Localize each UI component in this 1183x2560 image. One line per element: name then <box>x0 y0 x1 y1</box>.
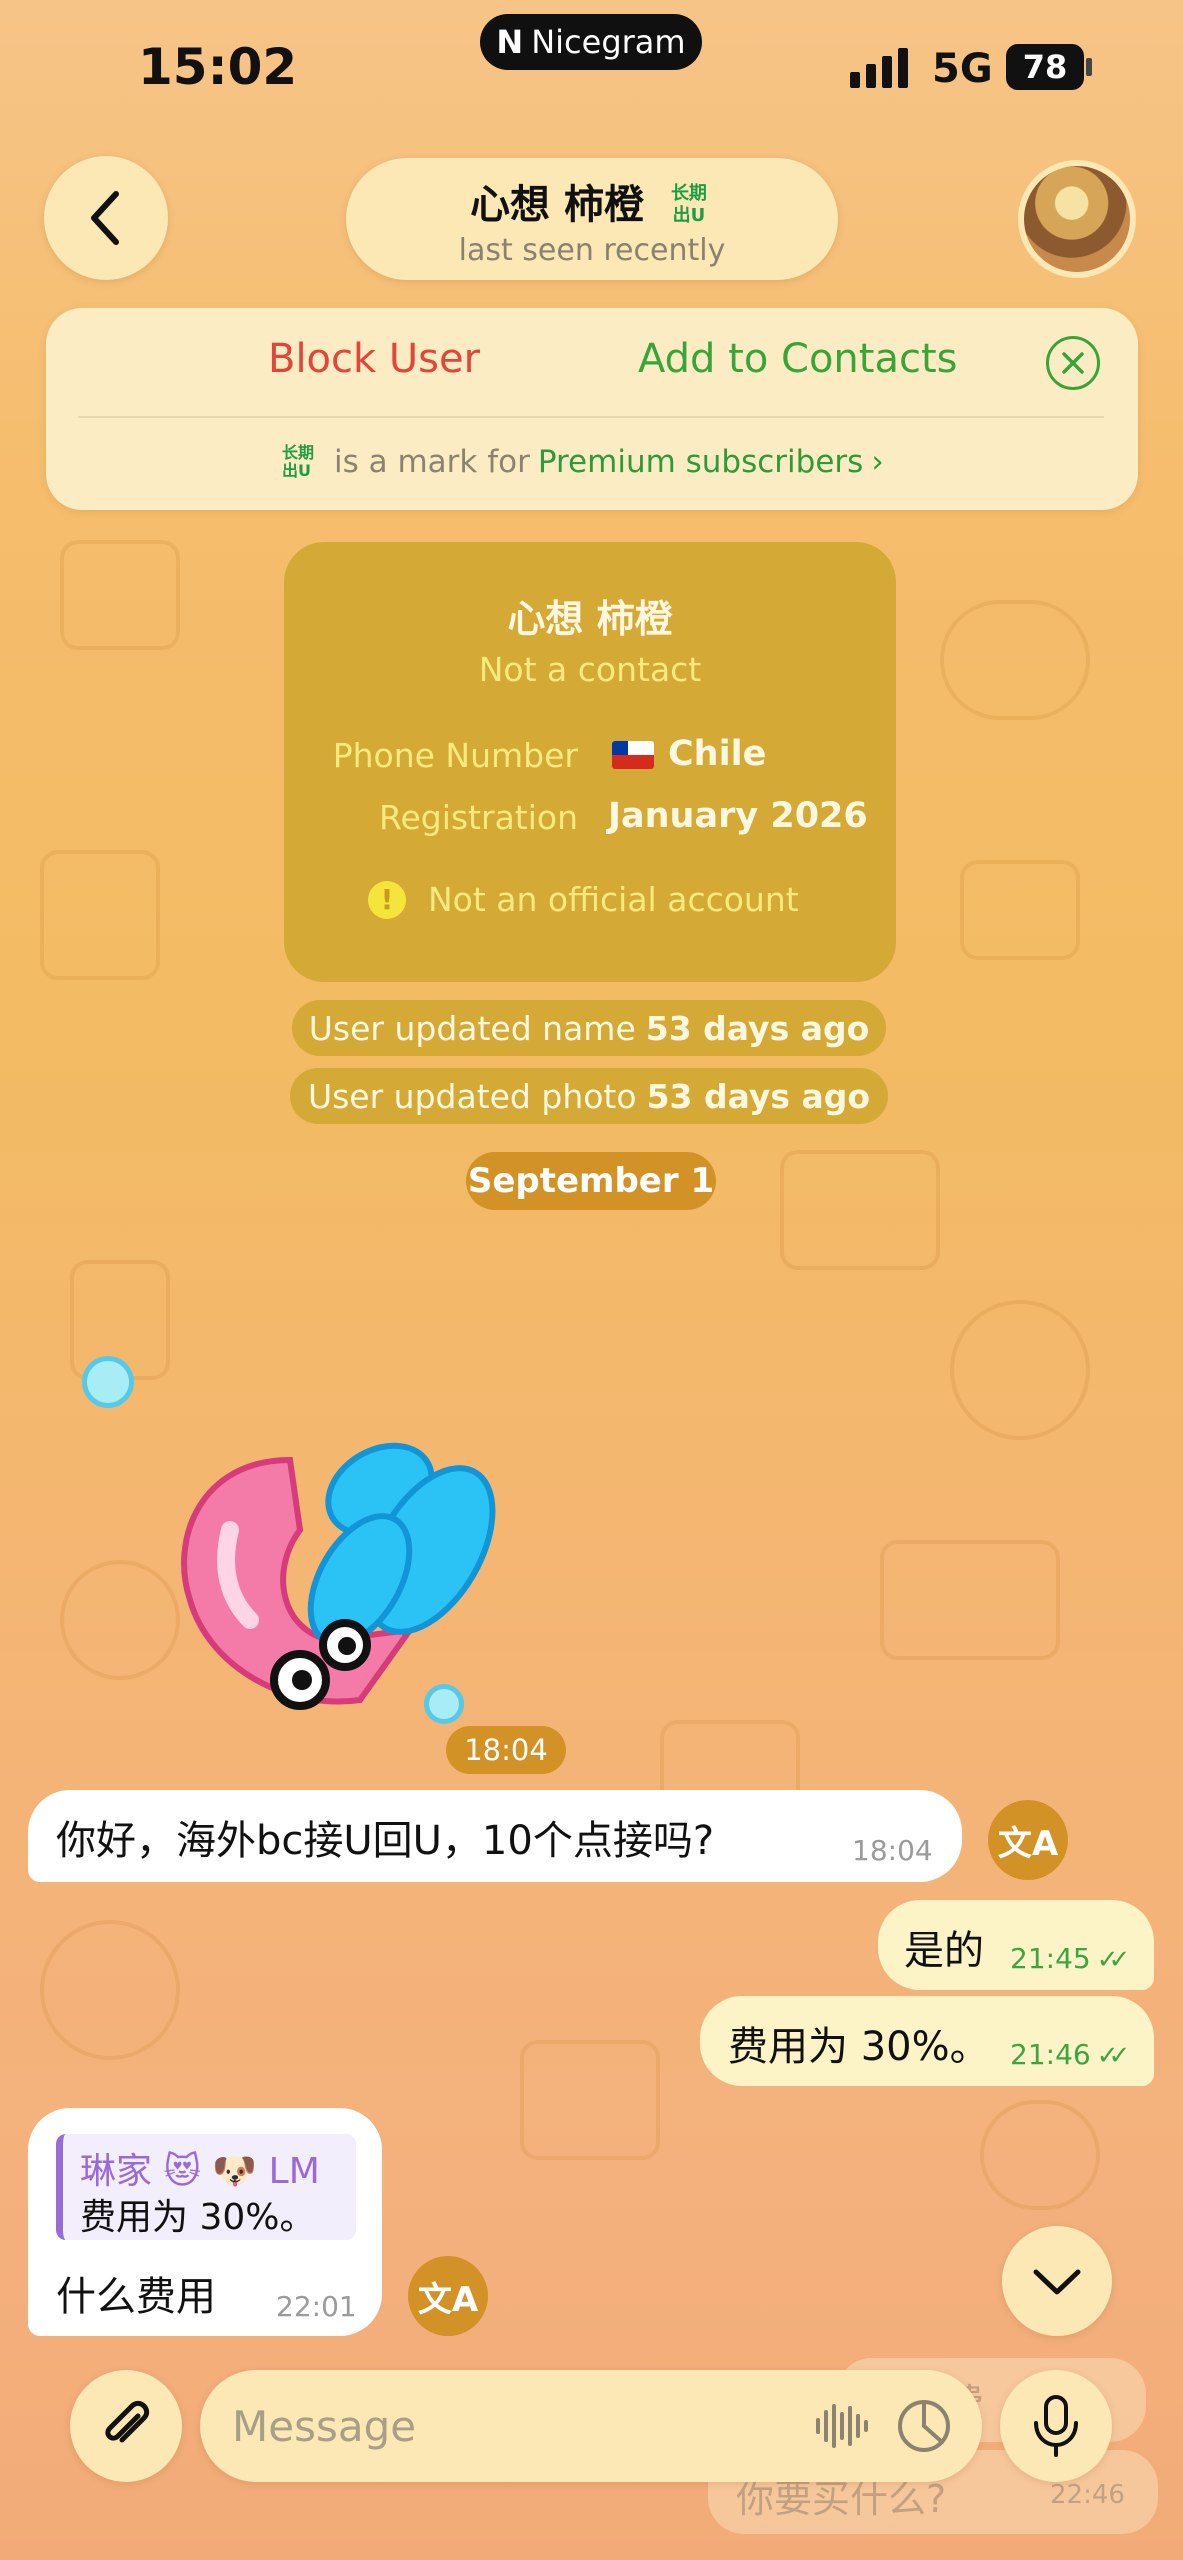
service-time: 53 days ago <box>645 1008 870 1048</box>
warning-text: Not an official account <box>428 880 799 919</box>
voice-wave-icon[interactable] <box>814 2402 872 2450</box>
message-time: 21:46 ✓✓ <box>1010 2038 1130 2071</box>
service-message: User updated photo 53 days ago <box>290 1068 888 1124</box>
premium-emoji-badge: 长期出U <box>670 183 707 226</box>
translate-button[interactable]: 文A <box>988 1800 1068 1880</box>
message-text: 什么费用 <box>56 2274 216 2320</box>
back-button[interactable] <box>44 156 168 280</box>
status-time: 15:02 <box>138 38 298 96</box>
sticker-bubble <box>82 1356 134 1408</box>
service-text: User updated name <box>308 1008 636 1048</box>
message-input[interactable] <box>232 2400 732 2452</box>
premium-notice: 长期出U is a mark for Premium subscribers › <box>282 443 884 481</box>
date-separator: September 1 <box>466 1152 716 1210</box>
premium-link[interactable]: Premium subscribers <box>538 444 863 480</box>
paperclip-icon <box>105 2400 150 2443</box>
signal-icon <box>850 48 908 88</box>
battery-tip <box>1086 58 1092 76</box>
message-time: 21:45 ✓✓ <box>1010 1942 1130 1975</box>
phone-value: Chile <box>612 734 766 774</box>
double-check-icon: ✓✓ <box>1096 1945 1130 1975</box>
translate-icon: 文A <box>997 1823 1059 1864</box>
phone-label: Phone Number <box>332 736 578 775</box>
add-to-contacts-button[interactable]: Add to Contacts <box>638 336 958 382</box>
service-text: User updated photo <box>307 1076 637 1116</box>
service-message: User updated name 53 days ago <box>292 1000 886 1056</box>
registration-label: Registration <box>379 798 578 837</box>
scroll-to-bottom-button[interactable] <box>1002 2226 1112 2336</box>
warning-icon: ! <box>368 880 406 919</box>
message-text: 你好，海外bc接U回U，10个点接吗? <box>56 1818 715 1864</box>
registration-value: January 2026 <box>608 796 868 836</box>
message-text: 费用为 30%。 <box>728 2024 990 2070</box>
block-user-button[interactable]: Block User <box>268 336 480 382</box>
service-time: 53 days ago <box>646 1076 871 1116</box>
island-app-name: Nicegram <box>531 23 686 61</box>
warning-row: ! Not an official account <box>368 880 799 919</box>
banner-divider <box>78 416 1104 418</box>
chevron-left-icon <box>91 191 119 245</box>
chevron-down-icon <box>1033 2269 1081 2295</box>
sticker[interactable] <box>160 1380 530 1750</box>
microphone-button[interactable] <box>1000 2370 1112 2482</box>
last-seen-status: last seen recently <box>458 233 726 268</box>
phone-country: Chile <box>668 734 767 774</box>
translate-icon: 文A <box>417 2279 479 2320</box>
chile-flag-icon <box>612 741 654 769</box>
sticker-time: 18:04 <box>446 1726 566 1774</box>
reply-author: 琳家 😻 🐶 LM <box>80 2151 320 2192</box>
reply-text: 费用为 30%。 <box>80 2197 316 2238</box>
message-text: 是的 <box>904 1928 984 1974</box>
microphone-icon <box>1034 2395 1078 2457</box>
double-check-icon: ✓✓ <box>1096 2041 1130 2071</box>
message-composer <box>200 2370 982 2482</box>
battery-level: 78 <box>1022 48 1068 86</box>
premium-notice-text: is a mark for <box>334 444 530 480</box>
battery-icon: 78 <box>1006 44 1084 90</box>
sticker-image <box>181 1442 496 1710</box>
message-time: 18:04 <box>852 1834 933 1867</box>
info-card-status: Not a contact <box>478 650 702 689</box>
close-icon <box>1062 352 1084 374</box>
close-banner-button[interactable] <box>1046 336 1100 390</box>
sticker-bubble <box>424 1684 464 1724</box>
message-time: 22:01 <box>276 2290 357 2323</box>
translate-button[interactable]: 文A <box>408 2256 488 2336</box>
chevron-right-icon: › <box>871 444 884 480</box>
avatar[interactable] <box>1018 160 1136 278</box>
attach-button[interactable] <box>70 2370 182 2482</box>
chat-title[interactable]: 心想 柿橙 长期出U last seen recently <box>346 158 838 280</box>
sticker-clock-icon[interactable] <box>896 2398 952 2454</box>
contact-name: 心想 柿橙 <box>470 182 644 228</box>
network-type: 5G <box>932 46 993 92</box>
nicegram-logo-icon: N <box>496 23 524 61</box>
info-card-name: 心想 柿橙 <box>507 597 673 641</box>
dynamic-island: N Nicegram <box>480 14 702 70</box>
premium-emoji-badge: 长期出U <box>282 443 315 480</box>
